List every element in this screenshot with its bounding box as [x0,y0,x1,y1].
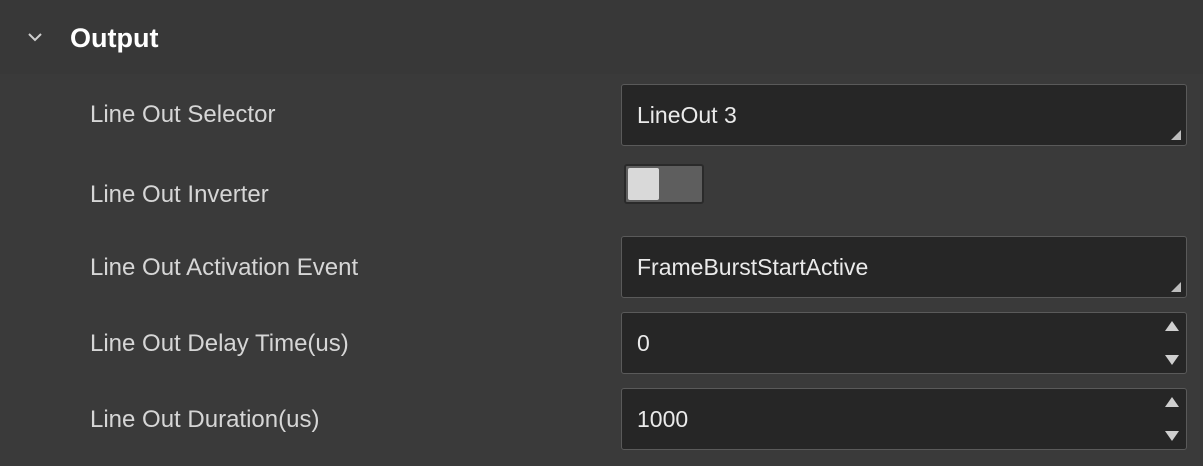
output-properties-panel: Output Line Out Selector LineOut 3 Line … [0,0,1203,466]
line-out-duration-label: Line Out Duration(us) [90,406,320,433]
line-out-activation-event-dropdown[interactable]: FrameBurstStartActive [621,236,1187,298]
dropdown-corner-icon [1171,130,1181,140]
line-out-activation-event-value: FrameBurstStartActive [637,254,869,280]
section-header[interactable]: Output [0,0,1203,74]
spin-up-icon[interactable] [1164,319,1180,333]
spin-down-icon[interactable] [1164,353,1180,367]
dropdown-corner-icon [1171,282,1181,292]
spin-down-icon[interactable] [1164,429,1180,443]
line-out-delay-time-value: 0 [637,330,650,356]
line-out-duration-value: 1000 [637,406,689,432]
line-out-selector-value: LineOut 3 [637,102,737,128]
line-out-selector-dropdown[interactable]: LineOut 3 [621,84,1187,146]
line-out-activation-event-label: Line Out Activation Event [90,254,359,281]
chevron-down-icon[interactable] [26,28,44,46]
line-out-duration-spinbox[interactable]: 1000 [621,388,1187,450]
line-out-inverter-label: Line Out Inverter [90,181,269,208]
line-out-delay-time-label: Line Out Delay Time(us) [90,330,349,357]
line-out-selector-label: Line Out Selector [90,101,276,128]
spin-up-icon[interactable] [1164,395,1180,409]
toggle-knob [628,168,659,200]
section-title: Output [70,23,159,53]
line-out-delay-time-spinbox[interactable]: 0 [621,312,1187,374]
line-out-inverter-toggle[interactable] [624,164,704,204]
